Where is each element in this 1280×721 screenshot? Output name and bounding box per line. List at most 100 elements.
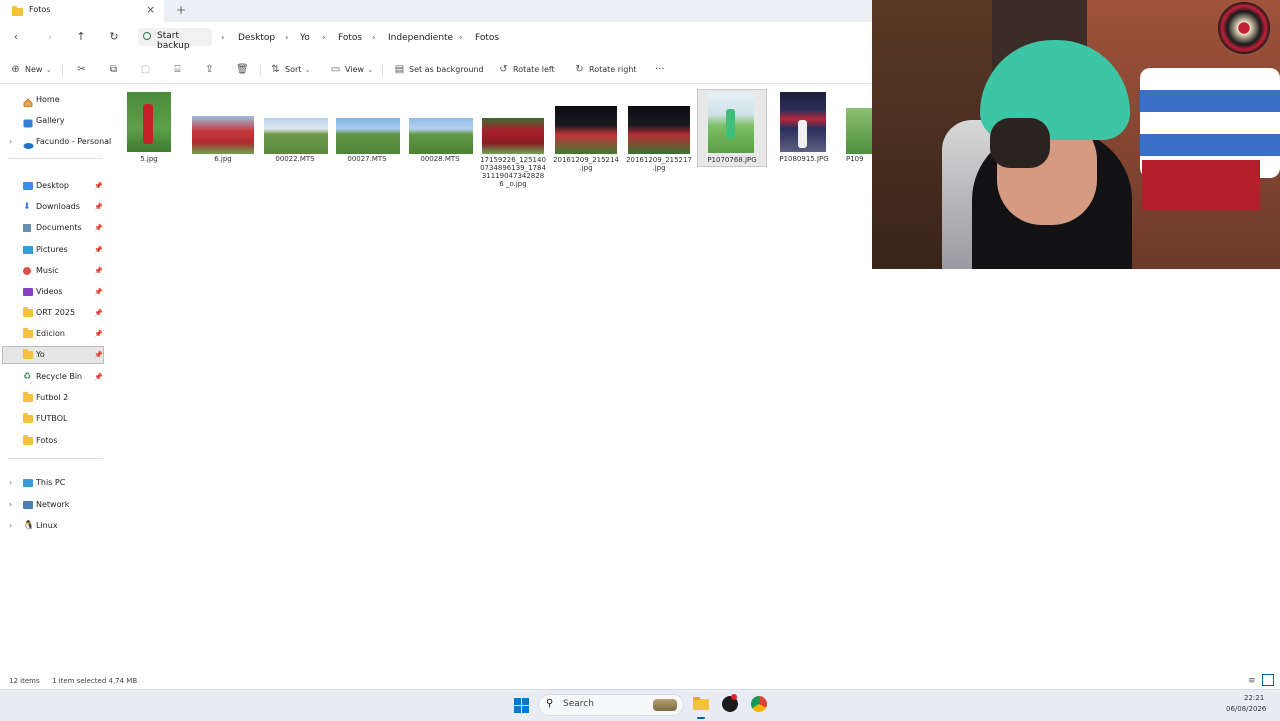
document-icon [23,224,31,232]
new-icon: ⊕ [11,64,20,75]
sidebar-item-downloads[interactable]: ⬇ Downloads 📌 [2,198,104,216]
new-tab-button[interactable]: + [176,3,186,17]
details-view-icon[interactable]: ≡ [1248,676,1256,686]
rotate-right-label: Rotate right [589,65,637,74]
file-thumbnail [555,106,617,154]
pin-icon: 📌 [94,373,103,381]
pin-icon: 📌 [94,309,103,317]
sidebar-item-edicion[interactable]: Edicion 📌 [2,325,104,343]
breadcrumb-yo[interactable]: Yo [300,28,310,48]
sidebar-item-label: Linux [36,521,58,530]
chevron-right-icon: › [9,478,13,487]
pin-icon: 📌 [94,351,103,359]
chevron-right-icon: › [9,137,13,146]
sidebar-item-music[interactable]: Music 📌 [2,262,104,280]
file-item[interactable]: 00022.MTS [262,90,328,170]
file-name: P1070768.JPG [707,156,757,164]
sidebar-item-futbol-2[interactable]: Futbol 2 [2,389,104,407]
sidebar-item-yo[interactable]: Yo 📌 [2,346,104,364]
file-item[interactable]: 6.jpg [190,90,256,170]
file-item[interactable]: 00028.MTS [407,90,473,170]
toolbar-divider [382,64,383,76]
rotate-left-button[interactable]: ↺ Rotate left [498,62,555,78]
share-button[interactable]: ⇪ [204,62,219,78]
file-thumbnail [336,118,400,154]
breadcrumb-separator: › [285,33,289,43]
sidebar-item-label: ORT 2025 [36,308,76,317]
delete-button[interactable]: 🗑 [236,62,251,78]
sidebar-item-recycle-bin[interactable]: ♻ Recycle Bin 📌 [2,368,104,386]
tab-fotos[interactable]: Fotos × [0,0,164,22]
sidebar-item-onedrive[interactable]: › Facundo - Personal [2,133,111,151]
file-item[interactable]: 20161209_215217 .jpg [626,90,692,180]
chevron-down-icon: ⌄ [304,65,312,74]
file-thumbnail [628,106,690,154]
share-icon: ⇪ [205,64,214,75]
file-name: 17159226_125140 0734896139_1784 31119047… [480,156,546,188]
file-item[interactable]: 20161209_215214 .jpg [553,90,619,180]
file-name: 20161209_215214 .jpg [553,156,619,172]
sidebar-item-futbol[interactable]: FUTBOL [2,410,104,428]
file-thumbnail [192,116,254,154]
view-label: View [345,65,364,74]
sidebar-item-documents[interactable]: Documents 📌 [2,219,104,237]
breadcrumb-fotos-current[interactable]: Fotos [475,28,499,48]
more-options-button[interactable]: ··· [655,62,665,78]
sidebar-item-home[interactable]: Home [2,91,104,109]
recording-badge [731,694,737,700]
file-item[interactable]: P109 [846,90,872,170]
paste-button[interactable]: ▢ [140,62,155,78]
sidebar-item-pictures[interactable]: Pictures 📌 [2,241,104,259]
set-as-background-button[interactable]: ▤ Set as background [394,62,484,78]
file-item[interactable]: 5.jpg [126,90,172,170]
pin-icon: 📌 [94,288,103,296]
sidebar-item-network[interactable]: › Network [2,496,104,514]
breadcrumb-independiente[interactable]: Independiente [388,28,453,48]
view-button[interactable]: ▭ View ⌄ [330,62,374,78]
chrome-icon[interactable] [751,696,767,712]
sidebar-item-label: Home [36,95,60,104]
command-bar: ⊕ New ⌄ ✂ ⧉ ▢ ⌸ ⇪ 🗑 ⇅ Sort ⌄ ▭ View ⌄ ▤ Set as … [0,57,872,84]
sidebar-item-fotos[interactable]: Fotos [2,432,104,450]
sidebar-item-label: Gallery [36,116,65,125]
sidebar-item-this-pc[interactable]: › This PC [2,474,104,492]
active-indicator [697,717,705,719]
file-item-selected[interactable]: P1070768.JPG [697,89,767,167]
file-item[interactable]: P1080915.JPG [774,90,834,170]
taskbar-search[interactable]: ⚲ Search [538,694,684,716]
sort-button[interactable]: ⇅ Sort ⌄ [270,62,311,78]
cut-button[interactable]: ✂ [76,62,91,78]
sidebar-item-desktop[interactable]: Desktop 📌 [2,177,104,195]
sidebar-item-gallery[interactable]: Gallery [2,112,104,130]
recycle-bin-icon: ♻ [23,372,32,382]
start-button[interactable] [514,698,529,713]
sidebar-item-linux[interactable]: › 🐧 Linux [2,517,104,535]
windows-icon [514,698,529,713]
sidebar-divider [8,158,103,159]
copy-icon: ⧉ [109,64,118,75]
file-explorer-icon[interactable] [693,696,709,712]
sort-icon: ⇅ [271,64,280,75]
file-item[interactable]: 00027.MTS [334,90,400,170]
copy-button[interactable]: ⧉ [108,62,123,78]
rotate-right-icon: ↻ [575,64,584,75]
set-as-background-label: Set as background [409,65,484,74]
rename-button[interactable]: ⌸ [172,62,187,78]
close-tab-icon[interactable]: × [146,3,155,16]
navigation-pane: Home Gallery › Facundo - Personal Deskto… [0,88,111,668]
thumbnail-view-icon[interactable] [1262,674,1274,686]
breadcrumb-desktop[interactable]: Desktop [238,28,275,48]
file-item[interactable]: 17159226_125140 0734896139_1784 31119047… [480,90,546,200]
rotate-right-button[interactable]: ↻ Rotate right [574,62,637,78]
sidebar-item-ort-2025[interactable]: ORT 2025 📌 [2,304,104,322]
new-button[interactable]: ⊕ New ⌄ [10,62,52,78]
sidebar-item-label: Futbol 2 [36,393,69,402]
sidebar-item-videos[interactable]: Videos 📌 [2,283,104,301]
folder-icon [23,349,33,359]
computer-icon [23,479,33,487]
pictures-icon [23,246,33,254]
rotate-left-label: Rotate left [513,65,555,74]
gallery-icon [23,117,33,128]
breadcrumb-fotos[interactable]: Fotos [338,28,362,48]
sidebar-item-label: Network [36,500,70,509]
